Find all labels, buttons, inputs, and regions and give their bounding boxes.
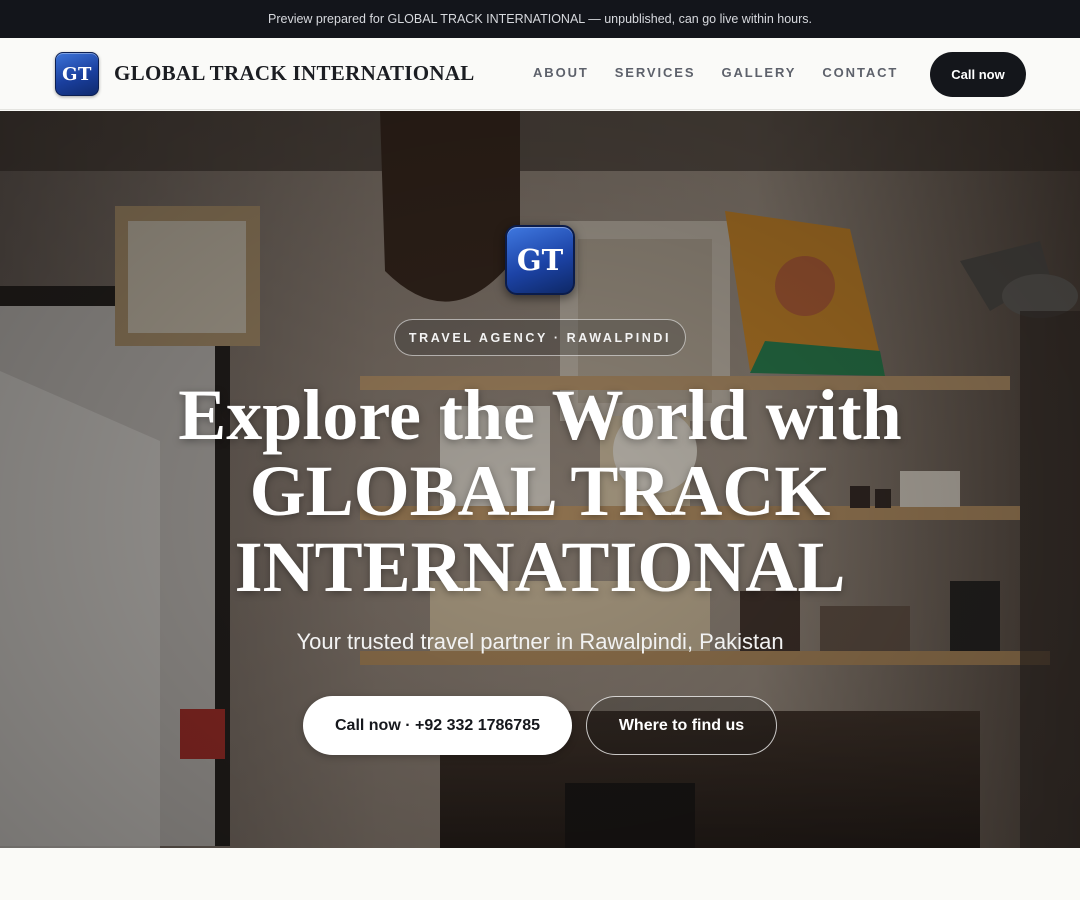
header-call-button[interactable]: Call now bbox=[930, 52, 1026, 97]
hero-headline-line-2: GLOBAL TRACK bbox=[249, 451, 831, 531]
hero-logo-text: GT bbox=[516, 243, 564, 277]
nav-about[interactable]: ABOUT bbox=[533, 65, 589, 80]
logo-badge[interactable]: GT bbox=[55, 52, 99, 96]
main-nav: ABOUT SERVICES GALLERY CONTACT bbox=[533, 65, 898, 80]
preview-banner: Preview prepared for GLOBAL TRACK INTERN… bbox=[0, 0, 1080, 38]
preview-banner-text: Preview prepared for GLOBAL TRACK INTERN… bbox=[268, 12, 812, 26]
brand-name[interactable]: GLOBAL TRACK INTERNATIONAL bbox=[114, 61, 475, 86]
hero-headline: Explore the World with GLOBAL TRACK INTE… bbox=[140, 377, 940, 605]
nav-services[interactable]: SERVICES bbox=[615, 65, 696, 80]
hero-find-us-button[interactable]: Where to find us bbox=[586, 696, 777, 755]
hero-headline-line-1: Explore the World with bbox=[178, 375, 902, 455]
nav-contact[interactable]: CONTACT bbox=[822, 65, 898, 80]
hero-section: GT TRAVEL AGENCY · RAWALPINDI Explore th… bbox=[0, 111, 1080, 848]
nav-gallery[interactable]: GALLERY bbox=[721, 65, 796, 80]
hero-subtitle: Your trusted travel partner in Rawalpind… bbox=[296, 629, 784, 654]
logo-text: GT bbox=[62, 63, 92, 85]
hero-tag-pill: TRAVEL AGENCY · RAWALPINDI bbox=[394, 319, 686, 356]
site-header: GT GLOBAL TRACK INTERNATIONAL ABOUT SERV… bbox=[0, 38, 1080, 110]
hero-call-button[interactable]: Call now · +92 332 1786785 bbox=[303, 696, 572, 755]
hero-headline-line-3: INTERNATIONAL bbox=[234, 527, 846, 607]
hero-logo-badge: GT bbox=[505, 225, 575, 295]
